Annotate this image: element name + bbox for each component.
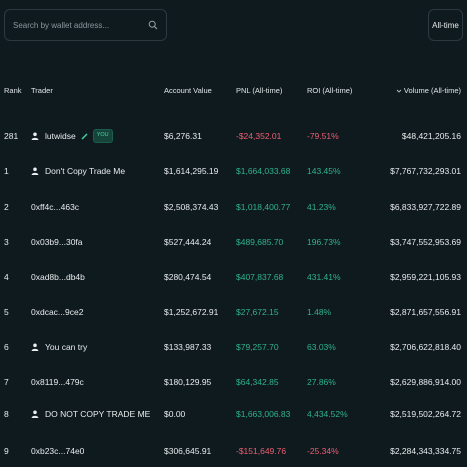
trader-name[interactable]: 0xdcac...9ce2 [31,307,83,317]
account-value-cell: $280,474.54 [164,272,212,282]
table-row[interactable]: 281 lutwidse YOU $6,276.31 -$24,352.01 -79.51… [0,123,467,149]
rank-cell: 1 [4,166,9,176]
trader-cell: 0xb23c...74e0 [31,438,84,464]
roi-cell: 196.73% [307,237,341,247]
volume-cell: $3,747,552,953.69 [390,237,461,247]
trader-cell: You can try [31,334,87,360]
sort-descending-icon [396,89,402,93]
trader-name[interactable]: You can try [45,342,87,352]
roi-cell: 4,434.52% [307,409,348,419]
volume-cell: $2,706,622,818.40 [390,342,461,352]
pnl-cell: $64,342.85 [236,377,279,387]
column-header-pnl[interactable]: PNL (All-time) [236,86,282,95]
user-icon [31,343,39,351]
volume-cell: $48,421,205.16 [401,131,461,141]
account-value-cell: $180,129.95 [164,377,212,387]
pnl-cell: $407,837.68 [236,272,284,282]
trader-cell: 0xff4c...463c [31,194,79,220]
trader-name[interactable]: DO NOT COPY TRADE ME [45,409,150,419]
time-range-label: All-time [432,20,459,30]
column-header-roi[interactable]: ROI (All-time) [307,86,352,95]
trader-cell: 0xad8b...db4b [31,264,85,290]
pnl-cell: $1,663,006.83 [236,409,291,419]
trader-cell: DO NOT COPY TRADE ME [31,401,150,427]
roi-cell: 1.48% [307,307,332,317]
column-header-volume[interactable]: Volume (All-time) [396,86,461,95]
pnl-cell: $1,664,033.68 [236,166,291,176]
rank-cell: 9 [4,446,9,456]
roi-cell: -25.34% [307,446,339,456]
account-value-cell: $527,444.24 [164,237,212,247]
trader-name[interactable]: Don't Copy Trade Me [45,166,125,176]
column-header-account-value[interactable]: Account Value [164,86,212,95]
pnl-cell: -$151,649.76 [236,446,287,456]
volume-cell: $2,629,886,914.00 [390,377,461,387]
table-row[interactable]: 1 Don't Copy Trade Me $1,614,295.19 $1,664,… [0,158,467,184]
trader-name[interactable]: 0xad8b...db4b [31,272,85,282]
rank-cell: 2 [4,202,9,212]
trader-name[interactable]: 0x03b9...30fa [31,237,83,247]
roi-cell: 431.41% [307,272,341,282]
trader-name[interactable]: lutwidse [45,131,76,141]
trader-name[interactable]: 0xff4c...463c [31,202,79,212]
account-value-cell: $1,252,672.91 [164,307,219,317]
trader-cell: lutwidse YOU [31,123,113,149]
rank-cell: 4 [4,272,9,282]
account-value-cell: $1,614,295.19 [164,166,219,176]
table-row[interactable]: 9 0xb23c...74e0 $306,645.91 -$151,649.76 -25… [0,438,467,464]
pnl-cell: $27,672.15 [236,307,279,317]
rank-cell: 5 [4,307,9,317]
rank-cell: 7 [4,377,9,387]
table-row[interactable]: 6 You can try $133,987.33 $79,257.70 63.03% $… [0,334,467,360]
column-header-rank: Rank [4,86,22,95]
user-icon [31,410,39,418]
pnl-cell: $489,685.70 [236,237,284,247]
account-value-cell: $306,645.91 [164,446,212,456]
roi-cell: 41.23% [307,202,336,212]
pnl-cell: -$24,352.01 [236,131,282,141]
table-row[interactable]: 5 0xdcac...9ce2 $1,252,672.91 $27,672.15 1.4… [0,299,467,325]
trader-name[interactable]: 0x8119...479c [31,377,84,387]
volume-cell: $2,959,221,105.93 [390,272,461,282]
pnl-cell: $1,018,400.77 [236,202,291,212]
rank-cell: 8 [4,409,9,419]
table-row[interactable]: 2 0xff4c...463c $2,508,374.43 $1,018,400.77… [0,194,467,220]
edit-name-icon[interactable] [81,133,88,140]
pnl-cell: $79,257.70 [236,342,279,352]
trader-cell: 0xdcac...9ce2 [31,299,83,325]
search-input[interactable] [13,20,148,30]
rank-cell: 281 [4,131,19,141]
trader-name[interactable]: 0xb23c...74e0 [31,446,84,456]
roi-cell: 27.86% [307,377,336,387]
volume-cell: $2,871,657,556.91 [390,307,461,317]
roi-cell: -79.51% [307,131,339,141]
table-row[interactable]: 7 0x8119...479c $180,129.95 $64,342.85 27.86… [0,369,467,395]
user-icon [31,132,39,140]
account-value-cell: $6,276.31 [164,131,202,141]
volume-cell: $7,767,732,293.01 [390,166,461,176]
table-row[interactable]: 3 0x03b9...30fa $527,444.24 $489,685.70 196.… [0,229,467,255]
roi-cell: 63.03% [307,342,336,352]
volume-cell: $2,519,502,264.72 [390,409,461,419]
table-row[interactable]: 4 0xad8b...db4b $280,474.54 $407,837.68 431.… [0,264,467,290]
trader-cell: 0x8119...479c [31,369,84,395]
roi-cell: 143.45% [307,166,341,176]
you-badge: YOU [92,129,113,143]
account-value-cell: $2,508,374.43 [164,202,219,212]
trader-cell: 0x03b9...30fa [31,229,83,255]
table-row[interactable]: 8 DO NOT COPY TRADE ME $0.00 $1,663,006.83 4… [0,401,467,427]
account-value-cell: $133,987.33 [164,342,212,352]
volume-cell: $2,284,343,334.75 [390,446,461,456]
trader-cell: Don't Copy Trade Me [31,158,125,184]
user-icon [31,167,39,175]
rank-cell: 3 [4,237,9,247]
search-box[interactable] [4,9,167,41]
volume-cell: $6,833,927,722.89 [390,202,461,212]
search-icon[interactable] [148,20,158,30]
account-value-cell: $0.00 [164,409,186,419]
rank-cell: 6 [4,342,9,352]
column-header-trader: Trader [31,86,53,95]
column-header-volume-label: Volume (All-time) [403,86,461,95]
time-range-select[interactable]: All-time [428,9,463,41]
